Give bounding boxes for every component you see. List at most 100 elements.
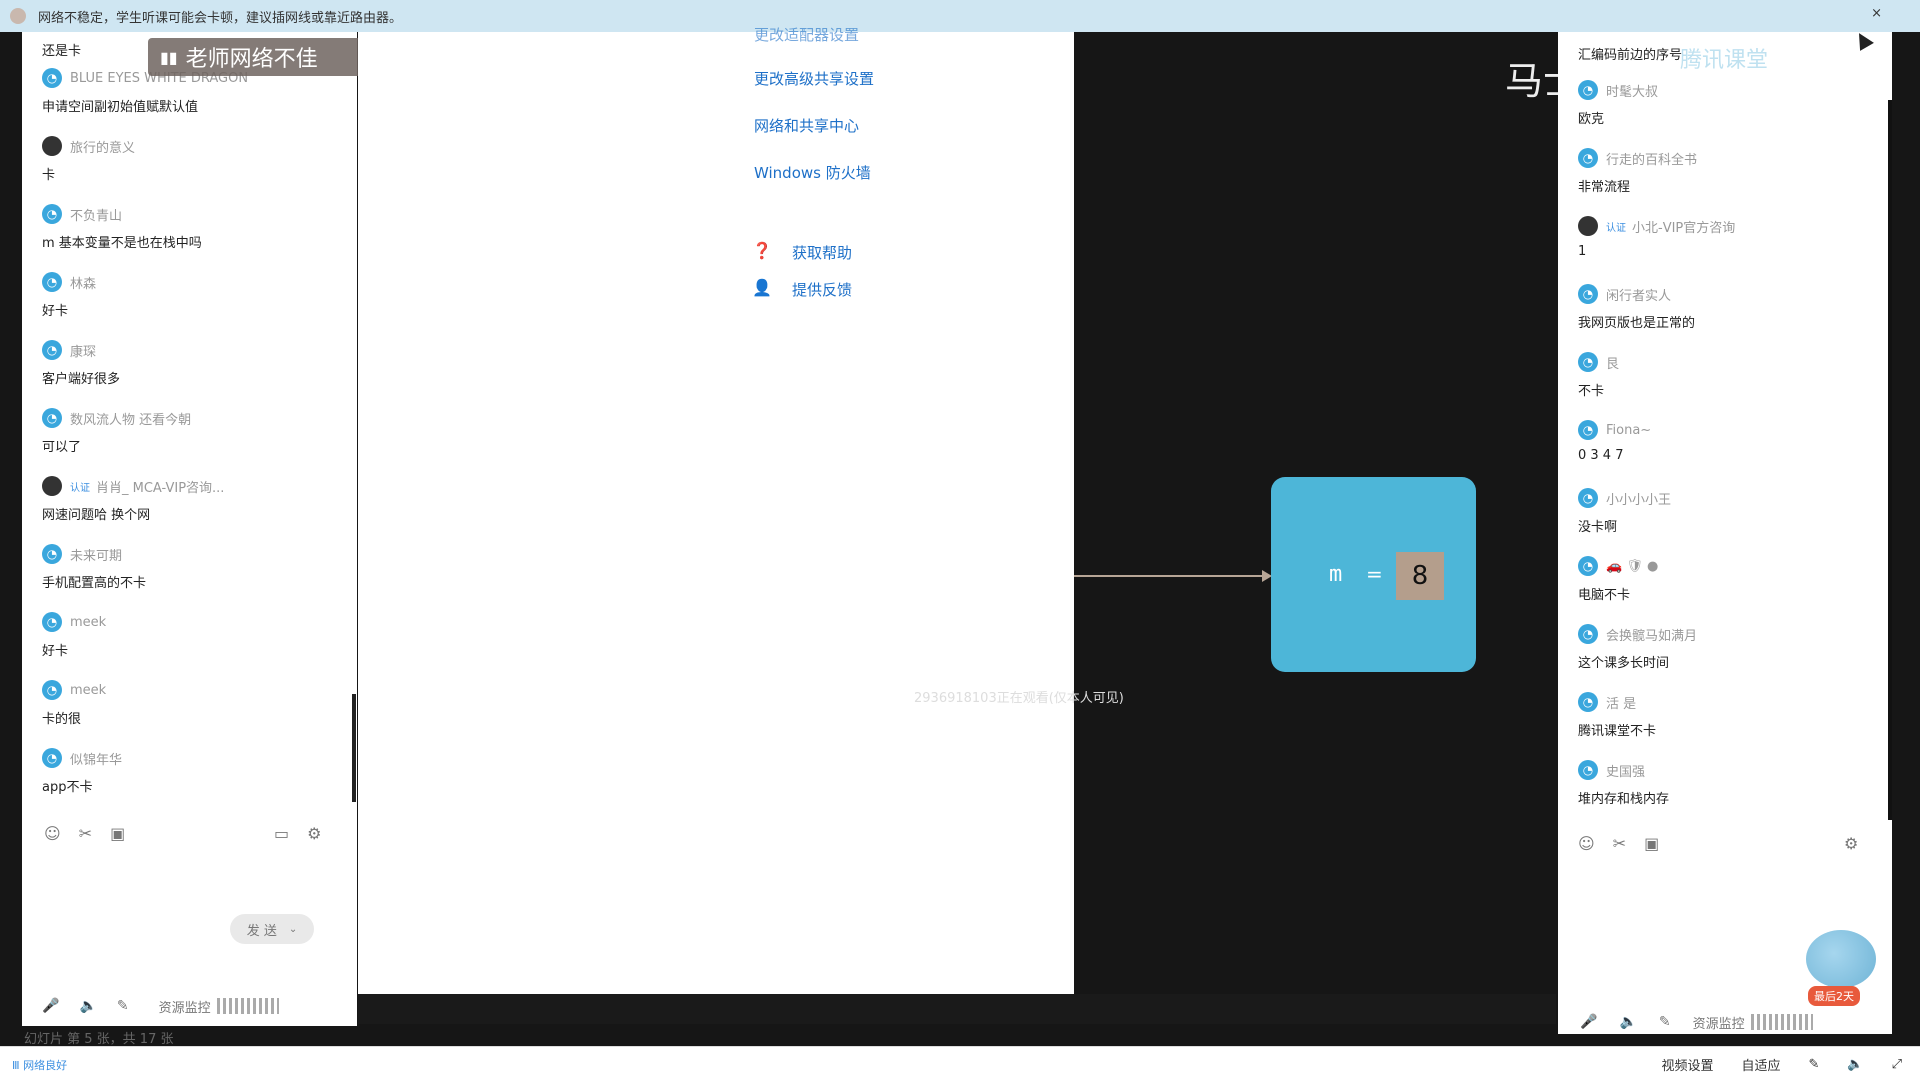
- chat-message: m 基本变量不是也在栈中吗: [42, 236, 202, 251]
- settings-icon[interactable]: ⚙: [1844, 834, 1858, 853]
- feedback-icon: 👤: [752, 278, 772, 297]
- chat-message: 网速问题哈 换个网: [42, 508, 151, 523]
- chat-message: app不卡: [42, 780, 93, 795]
- avatar: [42, 136, 62, 156]
- right-bottom-bar: 🎤 🔈 ✎ 资源监控: [1558, 1007, 1892, 1037]
- chat-username: Fiona~: [1606, 422, 1652, 438]
- chat-message: 欧克: [1578, 112, 1605, 127]
- speaker-icon[interactable]: 🔈: [1619, 1014, 1636, 1030]
- right-chat-toolbar: ☺ ✂ ▣: [1578, 834, 1677, 853]
- qq-avatar-icon: ◔: [42, 340, 62, 360]
- list-item: ◔ 会换髋马如满月 这个课多长时间: [1578, 622, 1698, 671]
- chat-username: 未来可期: [70, 548, 123, 564]
- chat-message: 堆内存和栈内存: [1578, 792, 1670, 807]
- image-icon[interactable]: ▣: [1644, 834, 1659, 853]
- network-center-link[interactable]: 网络和共享中心: [754, 115, 859, 136]
- teacher-badge-text: 老师网络不佳: [185, 47, 318, 72]
- chat-username: meek: [70, 614, 107, 630]
- emoji-icon[interactable]: ☺: [1578, 834, 1595, 853]
- fullscreen-icon[interactable]: ⤢: [1892, 1057, 1902, 1072]
- qq-avatar-icon: ◔: [1578, 624, 1598, 644]
- send-label: 发 送: [246, 923, 277, 939]
- scrollbar[interactable]: [1888, 100, 1892, 820]
- speaker-icon[interactable]: 🔈: [1847, 1057, 1863, 1072]
- left-chat-toolbar-right: ▭ ⚙: [274, 824, 339, 843]
- bottom-status-bar: Ⅲ 网络良好 视频设置 自适应 ✎ 🔈 ⤢: [0, 1046, 1920, 1080]
- settings-icon[interactable]: ⚙: [307, 824, 321, 843]
- warning-icon: [10, 8, 26, 24]
- qq-avatar-icon: ◔: [42, 612, 62, 632]
- left-chat-list: 还是卡 ◔ BLUE EYES WHITE DRAGON 申请空间副初始值赋默认值…: [22, 32, 357, 812]
- advanced-sharing-link[interactable]: 更改高级共享设置: [754, 68, 874, 89]
- promo-widget[interactable]: 最后2天: [1784, 920, 1884, 1006]
- qq-avatar-icon: ◔: [42, 272, 62, 292]
- chat-username: 小北-VIP官方咨询: [1632, 220, 1736, 236]
- scrollbar[interactable]: [352, 694, 356, 802]
- chat-username: 行走的百科全书: [1606, 152, 1698, 168]
- list-item: ◔ 史国强 堆内存和栈内存: [1578, 758, 1670, 807]
- chat-message: 还是卡: [42, 44, 82, 59]
- variable-name: m: [1329, 562, 1343, 587]
- pen-icon[interactable]: ✎: [1809, 1057, 1820, 1072]
- arrow-line: [1074, 575, 1268, 577]
- scissors-icon[interactable]: ✂: [1613, 834, 1626, 853]
- list-item: ◔ 未来可期 手机配置高的不卡: [42, 542, 146, 591]
- resource-monitor-label[interactable]: 资源监控: [159, 997, 211, 1016]
- resource-monitor-label[interactable]: 资源监控: [1693, 1013, 1745, 1032]
- control-panel-window: 更改适配器设置 更改高级共享设置 网络和共享中心 Windows 防火墙 ❓ 获…: [358, 26, 1074, 994]
- chat-username: 🚗 🛡 ●: [1606, 558, 1659, 574]
- banner-text: 网络不稳定，学生听课可能会卡顿，建议插网线或靠近路由器。: [38, 10, 403, 26]
- qq-avatar-icon: ◔: [1578, 352, 1598, 372]
- adapt-button[interactable]: 自适应: [1741, 1055, 1780, 1074]
- change-adapter-link[interactable]: 更改适配器设置: [754, 24, 859, 45]
- chat-message: 这个课多长时间: [1578, 656, 1670, 671]
- pen-icon[interactable]: ✎: [1659, 1014, 1671, 1030]
- qq-avatar-icon: ◔: [1578, 420, 1598, 440]
- qq-avatar-icon: ◔: [1578, 488, 1598, 508]
- pen-icon[interactable]: ✎: [117, 998, 129, 1014]
- chat-message: 卡: [42, 168, 56, 183]
- network-status: Ⅲ 网络良好: [12, 1059, 68, 1072]
- chat-username: 小小小小王: [1606, 492, 1672, 508]
- qq-avatar-icon: ◔: [1578, 760, 1598, 780]
- chat-message: 我网页版也是正常的: [1578, 316, 1696, 331]
- list-item: ◔ 小小小小王 没卡啊: [1578, 486, 1672, 535]
- send-button[interactable]: 发 送 ⌄: [230, 914, 314, 944]
- chat-username: 康琛: [70, 344, 97, 360]
- promo-mascot-icon: [1806, 930, 1876, 988]
- scissors-icon[interactable]: ✂: [79, 824, 92, 843]
- list-item: ◔ 行走的百科全书 非常流程: [1578, 146, 1698, 195]
- right-chat-toolbar-right: ⚙: [1844, 834, 1876, 853]
- close-icon[interactable]: ×: [1871, 6, 1882, 21]
- chat-message: 没卡啊: [1578, 520, 1618, 535]
- chat-message: 非常流程: [1578, 180, 1631, 195]
- chat-icon[interactable]: ▭: [274, 824, 289, 843]
- speaker-icon[interactable]: 🔈: [79, 998, 96, 1014]
- resource-meter: [216, 998, 279, 1014]
- list-item: ◔ 林森 好卡: [42, 270, 97, 319]
- left-chat-panel: 还是卡 ◔ BLUE EYES WHITE DRAGON 申请空间副初始值赋默认值…: [22, 32, 357, 1026]
- signal-bars-icon: ▮▮: [160, 47, 178, 67]
- chat-username: 闲行者实人: [1606, 288, 1672, 304]
- microphone-icon[interactable]: 🎤: [42, 998, 59, 1014]
- qq-avatar-icon: ◔: [1578, 556, 1598, 576]
- right-chat-list: 汇编码前边的序号 腾讯课堂 ◔ 时髦大叔 欧克 ◔ 行走的百科全书 非常流程 认证小…: [1558, 32, 1892, 812]
- chat-username: 旅行的意义: [70, 140, 136, 156]
- emoji-icon[interactable]: ☺: [44, 824, 61, 843]
- resource-meter: [1750, 1014, 1813, 1030]
- chat-message: 卡的很: [42, 712, 82, 727]
- image-icon[interactable]: ▣: [110, 824, 125, 843]
- list-item: 还是卡: [42, 34, 82, 59]
- firewall-link[interactable]: Windows 防火墙: [754, 162, 871, 183]
- chat-username: 林森: [70, 276, 97, 292]
- video-settings-button[interactable]: 视频设置: [1661, 1055, 1713, 1074]
- chat-username: 会换髋马如满月: [1606, 628, 1698, 644]
- microphone-icon[interactable]: 🎤: [1580, 1014, 1597, 1030]
- qq-avatar-icon: ◔: [42, 748, 62, 768]
- feedback-link[interactable]: 提供反馈: [792, 279, 852, 300]
- chat-message: 电脑不卡: [1578, 588, 1631, 603]
- chevron-down-icon[interactable]: ⌄: [289, 924, 297, 935]
- get-help-link[interactable]: 获取帮助: [792, 242, 852, 263]
- list-item: ◔ 时髦大叔 欧克: [1578, 78, 1658, 127]
- list-item: ◔ Fiona~ 0 3 4 7: [1578, 418, 1651, 466]
